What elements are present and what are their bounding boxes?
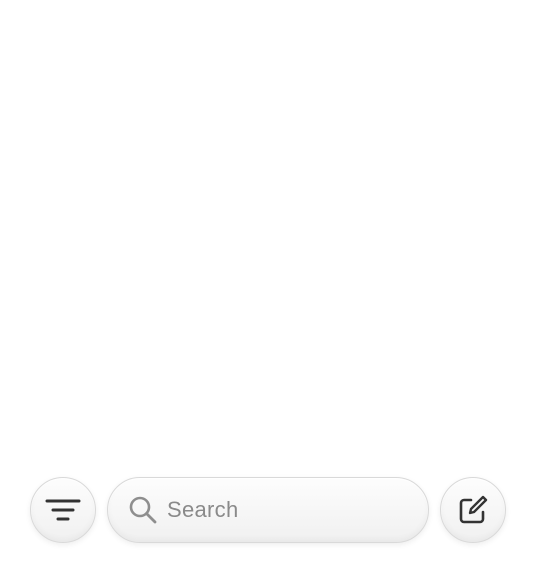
screen — [0, 0, 536, 580]
compose-square-pencil-icon — [457, 494, 489, 526]
filter-lines-icon — [45, 497, 81, 523]
bottom-toolbar — [0, 476, 536, 544]
search-input[interactable] — [167, 497, 407, 523]
filter-button[interactable] — [30, 477, 96, 543]
compose-button[interactable] — [440, 477, 506, 543]
search-bar[interactable] — [107, 477, 429, 543]
content-area — [0, 0, 536, 460]
magnifying-glass-icon — [128, 495, 158, 525]
